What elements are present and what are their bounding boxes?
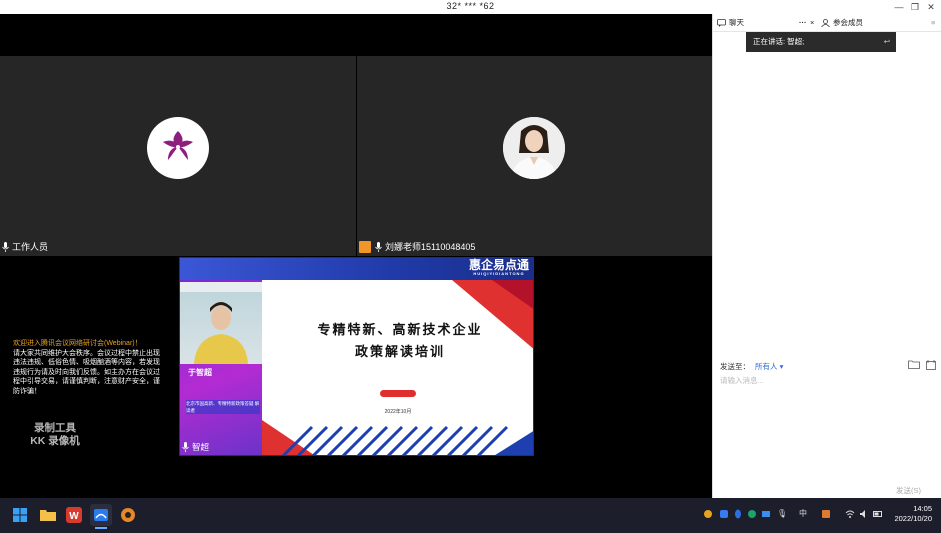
brand-subtext: HUIQIYIDIANTONG — [473, 271, 525, 276]
brand-text: 惠企易点通 — [468, 258, 529, 272]
recording-watermark: 录制工具 KK 录像机 — [20, 422, 90, 448]
slide-title-line-1: 专精特新、高新技术企业 — [317, 323, 483, 338]
slide-decoration — [262, 280, 533, 455]
teacher-photo-avatar — [503, 117, 565, 179]
staff-logo-avatar — [147, 117, 209, 179]
volume-icon[interactable] — [859, 509, 869, 519]
send-to-row: 发送至： 所有人 ▾ — [720, 359, 936, 373]
tray-app-icon[interactable] — [719, 509, 729, 519]
folder-icon[interactable] — [908, 360, 920, 371]
tray-app-icon[interactable] — [821, 509, 831, 519]
send-to-value: 所有人 — [755, 361, 778, 371]
send-button[interactable]: 发送(S) — [896, 485, 921, 496]
microphone-tray-icon[interactable]: 🎙 — [777, 509, 787, 519]
video-tile-staff[interactable]: 工作人员 — [0, 56, 356, 256]
reply-arrow-icon[interactable]: ↩ — [884, 32, 890, 52]
slide-red-pill — [380, 390, 416, 397]
flower-logo-icon — [163, 131, 193, 160]
chat-input[interactable]: 请输入消息... — [720, 375, 764, 386]
panel-menu-icon[interactable]: ≡ — [931, 14, 935, 32]
members-icon — [821, 19, 830, 27]
clock-date: 2022/10/20 — [894, 514, 932, 523]
chat-tabs: 聊天 ··· × 参会成员 ≡ — [713, 14, 941, 32]
title-bar: 32* *** *62 — ❐ ✕ — [0, 0, 941, 14]
svg-text:W: W — [69, 511, 79, 522]
presenter-name-tag: 智超 — [182, 441, 209, 453]
send-to-select[interactable]: 所有人 ▾ — [755, 361, 783, 372]
chat-panel: 聊天 ··· × 参会成员 ≡ 正在讲话: 智超; ↩ 发送至： 所有人 ▾ 请… — [712, 14, 941, 498]
send-to-label: 发送至： — [720, 361, 750, 371]
system-clock[interactable]: 14:05 2022/10/20 — [894, 504, 932, 524]
wifi-icon[interactable] — [845, 509, 855, 519]
battery-icon[interactable] — [873, 509, 883, 519]
teacher-name: 刘娜老师15110048405 — [385, 242, 476, 252]
notice-welcome: 欢迎进入腾讯会议网络研讨会(Webinar)！ — [13, 340, 142, 347]
shared-screen[interactable]: 惠企易点通 HUIQIYIDIANTONG 于智超 北京市国高新、专精特新政策答… — [179, 257, 534, 456]
teacher-name-tag: 刘娜老师15110048405 — [359, 240, 475, 254]
screenshot-icon[interactable] — [926, 360, 936, 372]
meeting-notice: 欢迎进入腾讯会议网络研讨会(Webinar)！ 请大家共同维护大会秩序。会议过程… — [13, 339, 163, 396]
tab-chat-label: 聊天 — [729, 18, 744, 27]
video-tile-teacher[interactable]: 刘娜老师15110048405 — [357, 56, 712, 256]
speaking-indicator: 正在讲话: 智超; ↩ — [746, 32, 896, 52]
ime-indicator[interactable]: 中 — [798, 509, 808, 519]
tab-members[interactable]: 参会成员 — [821, 14, 863, 32]
microphone-icon — [375, 242, 382, 252]
video-area: 工作人员 刘娜老师15110048405 欢迎进入腾讯会议网络研讨会(Webin… — [0, 14, 712, 498]
speaker-camera — [180, 282, 262, 364]
chat-bubble-icon — [717, 19, 726, 27]
presenter-name: 智超 — [192, 442, 210, 452]
meeting-app: 32* *** *62 — ❐ ✕ 工作人员 刘娜老师15110048405 欢… — [0, 0, 941, 533]
start-icon[interactable] — [9, 504, 31, 526]
speaker-org: 北京市国高新、专精特新政策答疑 解读者 — [186, 400, 260, 414]
file-explorer-icon[interactable] — [37, 504, 59, 526]
staff-name: 工作人员 — [12, 242, 49, 252]
watermark-line-1: 录制工具 — [34, 422, 76, 434]
tray-app-icon[interactable] — [747, 509, 757, 519]
close-chat-icon[interactable]: × — [810, 14, 814, 32]
person-photo-icon — [503, 117, 565, 179]
microphone-icon — [182, 442, 189, 452]
more-options-icon[interactable]: ··· — [799, 14, 807, 32]
recorder-icon[interactable] — [117, 504, 139, 526]
staff-name-tag: 工作人员 — [2, 240, 48, 254]
brand-logo: 惠企易点通 HUIQIYIDIANTONG — [469, 259, 529, 277]
slide-title: 专精特新、高新技术企业 政策解读培训 — [300, 320, 500, 364]
tencent-meeting-icon[interactable] — [90, 504, 112, 529]
wps-office-icon[interactable]: W — [63, 504, 85, 526]
taskbar: W 🎙 中 14:05 2022/10/20 — [0, 498, 941, 533]
window-title: 32* *** *62 — [446, 1, 495, 11]
slide-date: 2022年10月 — [384, 409, 412, 415]
notice-body: 请大家共同维护大会秩序。会议过程中禁止出现违法违规、低俗色情、吸烟酗酒等内容，若… — [13, 349, 160, 395]
tab-chat[interactable]: 聊天 — [717, 14, 744, 32]
speaker-name: 于智超 — [188, 368, 212, 377]
clock-time: 14:05 — [913, 504, 932, 513]
tray-app-icon[interactable] — [703, 509, 713, 519]
microphone-icon — [2, 242, 9, 252]
bluetooth-icon[interactable] — [733, 509, 743, 519]
watermark-line-2: KK 录像机 — [30, 435, 80, 447]
speaker-photo-icon — [180, 282, 262, 364]
close-window-icon[interactable]: ✕ — [921, 0, 941, 14]
slide-title-line-2: 政策解读培训 — [354, 345, 445, 360]
screen-share-icon — [359, 241, 371, 253]
tab-members-label: 参会成员 — [833, 18, 863, 27]
speaking-text: 正在讲话: 智超; — [753, 37, 805, 46]
tray-app-icon[interactable] — [761, 509, 771, 519]
